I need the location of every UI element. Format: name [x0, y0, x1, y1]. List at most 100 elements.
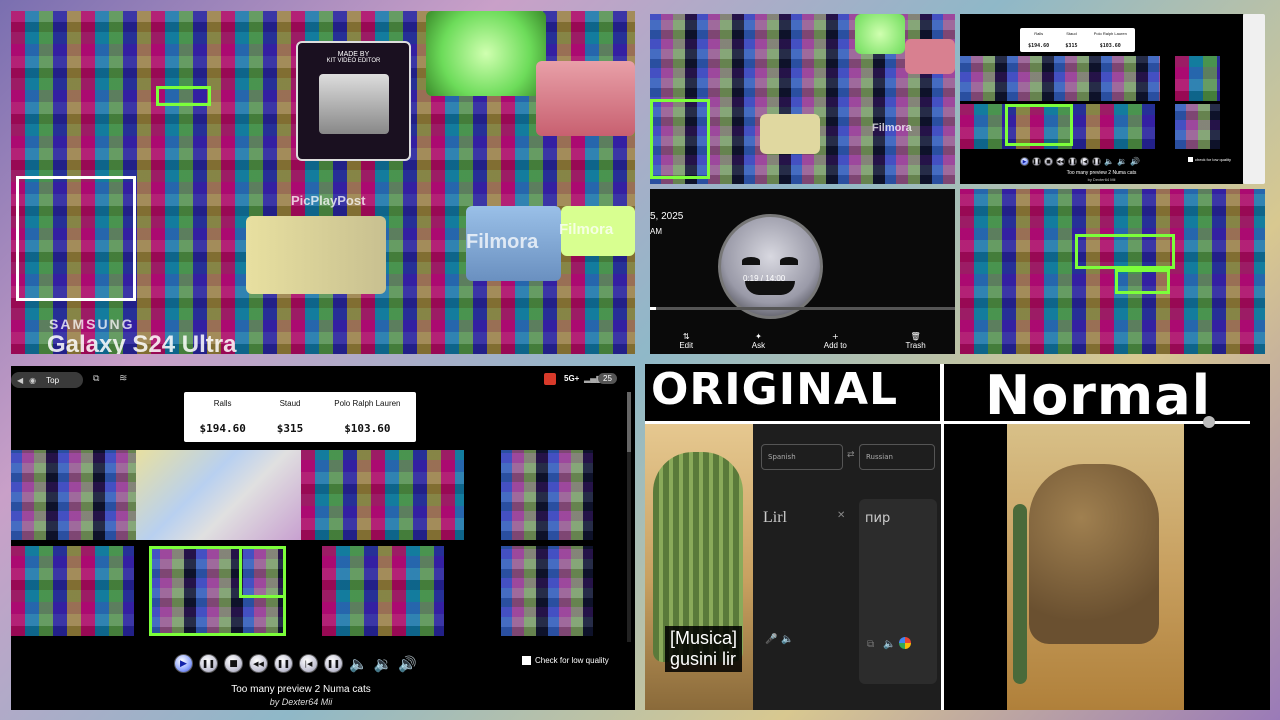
date-text: 5, 2025	[650, 211, 684, 222]
highlight-box	[1075, 234, 1175, 269]
stock-item: Ralls $194.60	[199, 392, 245, 442]
circle-icon: ◉	[29, 375, 37, 385]
top-middle-collage: Filmora	[650, 14, 955, 184]
low-quality-label: Check for low quality	[535, 656, 609, 665]
pause-icon[interactable]: ❚❚	[1092, 157, 1101, 166]
status-pill-label: Top	[46, 375, 60, 385]
rewind-icon[interactable]: ◀◀	[1056, 157, 1065, 166]
credit-line-2: KIT VIDEO EDITOR	[326, 58, 381, 64]
volume-high-icon[interactable]: 🔊	[398, 655, 417, 673]
add-to-action[interactable]: + Add to	[824, 332, 847, 350]
timeline-bar[interactable]	[650, 307, 955, 310]
mini-player-controls[interactable]: ▶ ❚❚ ■ ◀◀ ❚❚ |◀ ❚❚ 🔈 🔉 🔊	[1020, 157, 1140, 166]
play-icon[interactable]: ▶	[174, 654, 193, 673]
pause-icon[interactable]: ❚❚	[1032, 157, 1041, 166]
play-icon[interactable]: ▶	[1020, 157, 1029, 166]
swap-icon[interactable]: ⇄	[847, 450, 855, 460]
low-quality-checkbox[interactable]	[522, 656, 531, 665]
trash-action[interactable]: 🗑 Trash	[906, 332, 926, 350]
volume-low-icon[interactable]: 🔉	[374, 655, 393, 673]
video-thumb	[1175, 104, 1220, 149]
source-text[interactable]: Lirl	[763, 509, 787, 527]
mute-icon[interactable]: 🔈	[1104, 157, 1114, 166]
video-thumb[interactable]	[11, 450, 136, 540]
stock-name: Polo Ralph Lauren	[1093, 31, 1127, 37]
battery-label: 25	[598, 373, 617, 384]
stock-name: Ralls	[1034, 31, 1044, 37]
pause-icon[interactable]: ❚❚	[1068, 157, 1077, 166]
video-thumb[interactable]	[301, 450, 464, 540]
edit-action[interactable]: ⇅ Edit	[679, 332, 693, 350]
video-thumb	[1175, 56, 1220, 101]
stop-icon[interactable]: ■	[1044, 157, 1053, 166]
subtitle-line-1: [Musica]	[670, 628, 738, 648]
stock-item: Polo Ralph Lauren $103.60	[334, 392, 400, 442]
filmora-watermark: Filmora	[872, 122, 912, 134]
stock-name: Ralls	[213, 399, 232, 408]
volume-low-icon[interactable]: 🔉	[1117, 157, 1127, 166]
scrollbar-thumb[interactable]	[627, 392, 631, 452]
stock-item: Polo Ralph Lauren $103.60	[1094, 28, 1127, 52]
edit-icon: ⇅	[682, 332, 690, 341]
video-byline: by Dexter64 Mii	[1087, 177, 1116, 182]
video-caption: Too many preview 2 Numa cats	[1066, 170, 1137, 176]
sparkle-icon: ✦	[755, 332, 762, 341]
skip-back-icon[interactable]: |◀	[1080, 157, 1089, 166]
volume-high-icon[interactable]: 🔊	[1130, 157, 1140, 166]
top-right-phone-screen: Ralls $194.60 Staud $315 Polo Ralph Laur…	[960, 14, 1243, 184]
ask-action[interactable]: ✦ Ask	[752, 332, 765, 350]
skip-back-icon[interactable]: |◀	[299, 654, 318, 673]
video-thumb[interactable]	[501, 450, 593, 540]
highlight-box	[239, 546, 286, 598]
action-bar: ⇅ Edit ✦ Ask + Add to 🗑 Trash	[650, 328, 955, 354]
video-byline: by Dexter64 Mii	[269, 697, 333, 707]
video-thumb[interactable]	[136, 450, 301, 540]
speaker-icon[interactable]: 🔈	[781, 634, 793, 645]
normal-elephant-image	[1007, 424, 1184, 710]
mute-icon[interactable]: 🔈	[349, 655, 368, 673]
stock-name: Staud	[279, 399, 301, 408]
original-title: ORIGINAL	[651, 364, 899, 415]
speaker-icon[interactable]: 🔈	[883, 639, 895, 650]
subtitle-box: [Musica] gusini lir	[665, 626, 743, 672]
low-quality-checkbox[interactable]	[1188, 157, 1193, 162]
network-label: 5G+	[564, 374, 580, 383]
stock-price: $194.60	[199, 422, 246, 435]
credit-line-1: MADE BY	[337, 51, 370, 58]
video-thumb[interactable]	[11, 546, 134, 636]
filmora-watermark: Filmora	[466, 231, 539, 253]
google-icon[interactable]	[899, 637, 911, 649]
credit-card: MADE BY KIT VIDEO EDITOR	[296, 41, 411, 161]
stock-price: $315	[276, 422, 304, 435]
language-from-select[interactable]: Spanish	[761, 444, 843, 470]
pause-icon[interactable]: ❚❚	[274, 654, 293, 673]
highlight-box	[16, 176, 136, 301]
low-quality-checkbox-row[interactable]: check for low quality	[1188, 157, 1231, 162]
edit-label: Edit	[679, 341, 694, 350]
stock-price: $103.60	[1099, 42, 1121, 49]
stop-icon[interactable]: ■	[224, 654, 243, 673]
stock-name: Polo Ralph Lauren	[334, 399, 401, 408]
pause-icon[interactable]: ❚❚	[199, 654, 218, 673]
wifi-icon: ≋	[119, 373, 128, 384]
scrollbar[interactable]	[627, 392, 631, 642]
scroll-indicator	[1203, 416, 1215, 428]
video-thumb[interactable]	[501, 546, 593, 636]
status-pill[interactable]: ◀ ◉ Top	[11, 372, 83, 388]
language-to-select[interactable]: Russian	[859, 444, 935, 470]
copy-icon[interactable]: ⧉	[867, 639, 874, 650]
highlight-box	[156, 86, 211, 106]
mic-icon[interactable]: 🎤	[765, 634, 777, 645]
video-thumb	[960, 56, 1160, 101]
low-quality-label: check for low quality	[1195, 157, 1232, 162]
stock-item: Staud $315	[277, 392, 304, 442]
video-thumb[interactable]	[322, 546, 444, 636]
low-quality-checkbox-row[interactable]: Check for low quality	[522, 656, 609, 665]
clear-icon[interactable]: ✕	[837, 510, 845, 521]
face-eye-left	[742, 257, 760, 265]
plus-icon: +	[831, 332, 839, 341]
bottom-right-comparison: ORIGINAL Normal Spanish ⇄ Russian Lirl ✕…	[645, 364, 1270, 710]
rewind-icon[interactable]: ◀◀	[249, 654, 268, 673]
pause-icon[interactable]: ❚❚	[324, 654, 343, 673]
ask-label: Ask	[751, 341, 766, 350]
